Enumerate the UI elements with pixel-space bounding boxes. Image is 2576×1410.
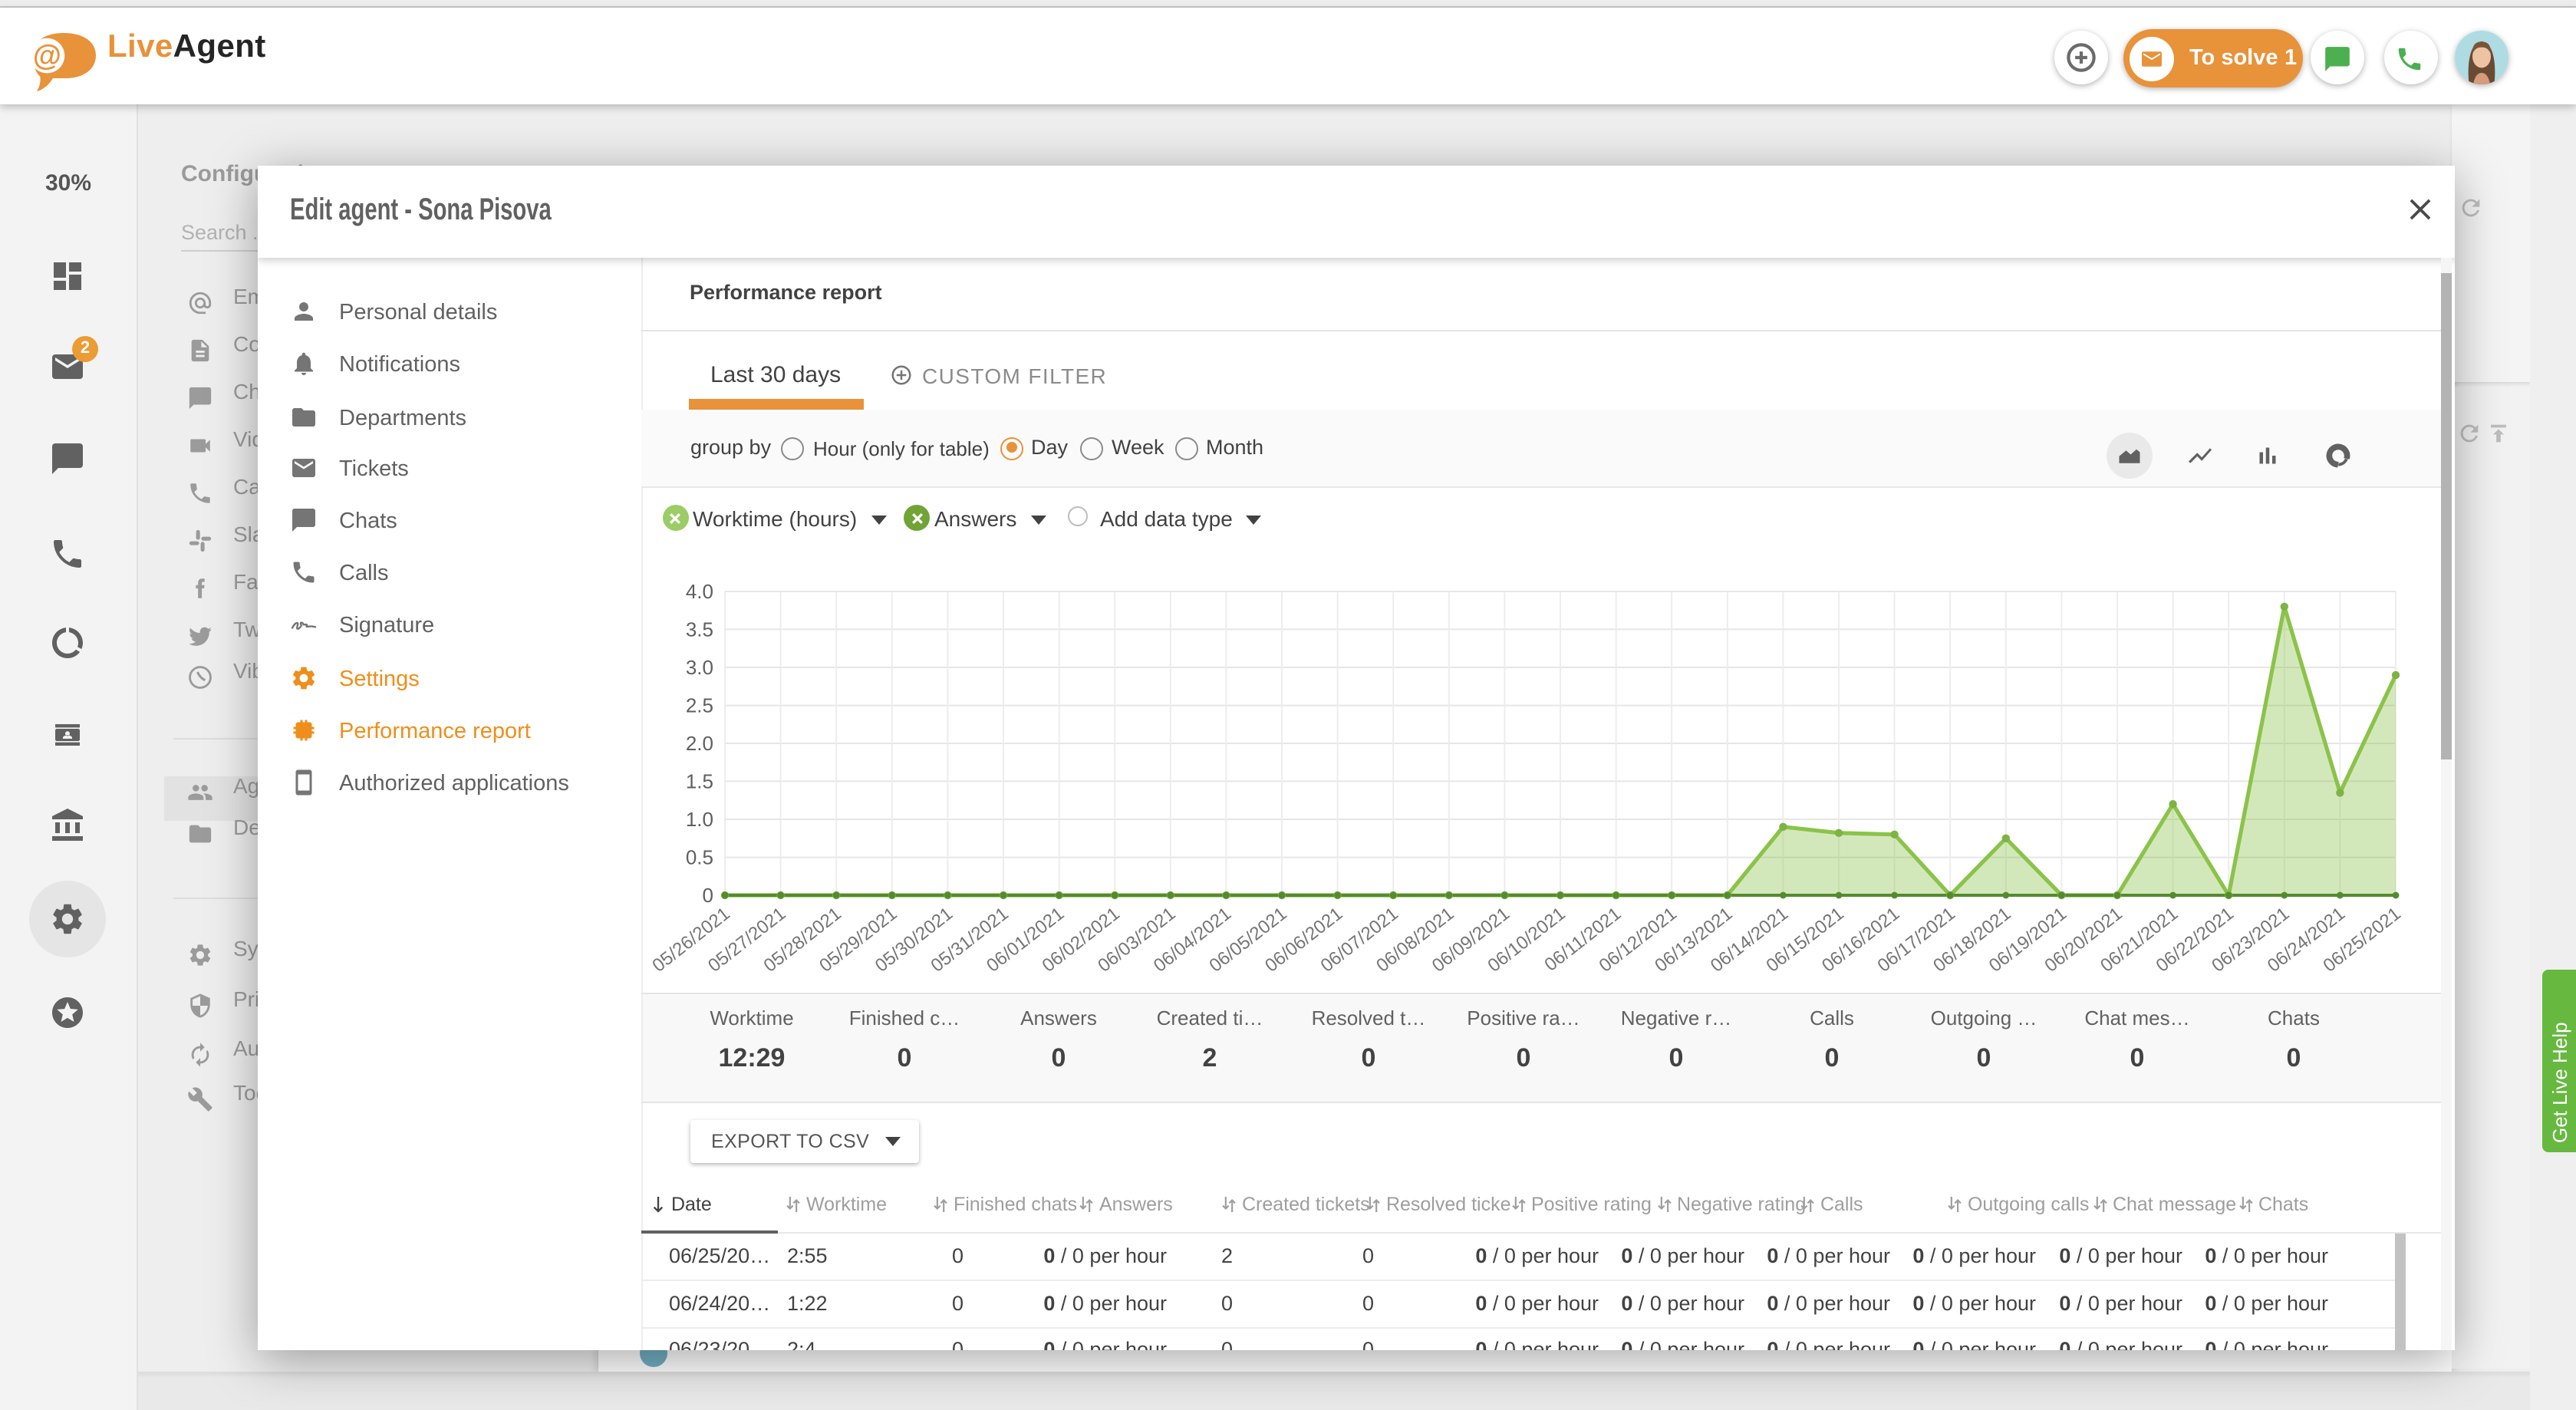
svg-text:3.0: 3.0 (686, 656, 713, 679)
svg-text:2.0: 2.0 (686, 732, 713, 755)
svg-text:1.5: 1.5 (686, 770, 713, 793)
svg-text:@: @ (33, 40, 61, 72)
svg-text:3.5: 3.5 (686, 618, 713, 641)
svg-text:4.0: 4.0 (686, 580, 713, 603)
svg-text:0: 0 (703, 884, 713, 907)
svg-text:0.5: 0.5 (686, 845, 713, 868)
svg-text:1.0: 1.0 (686, 808, 713, 831)
svg-text:2.5: 2.5 (686, 693, 713, 717)
